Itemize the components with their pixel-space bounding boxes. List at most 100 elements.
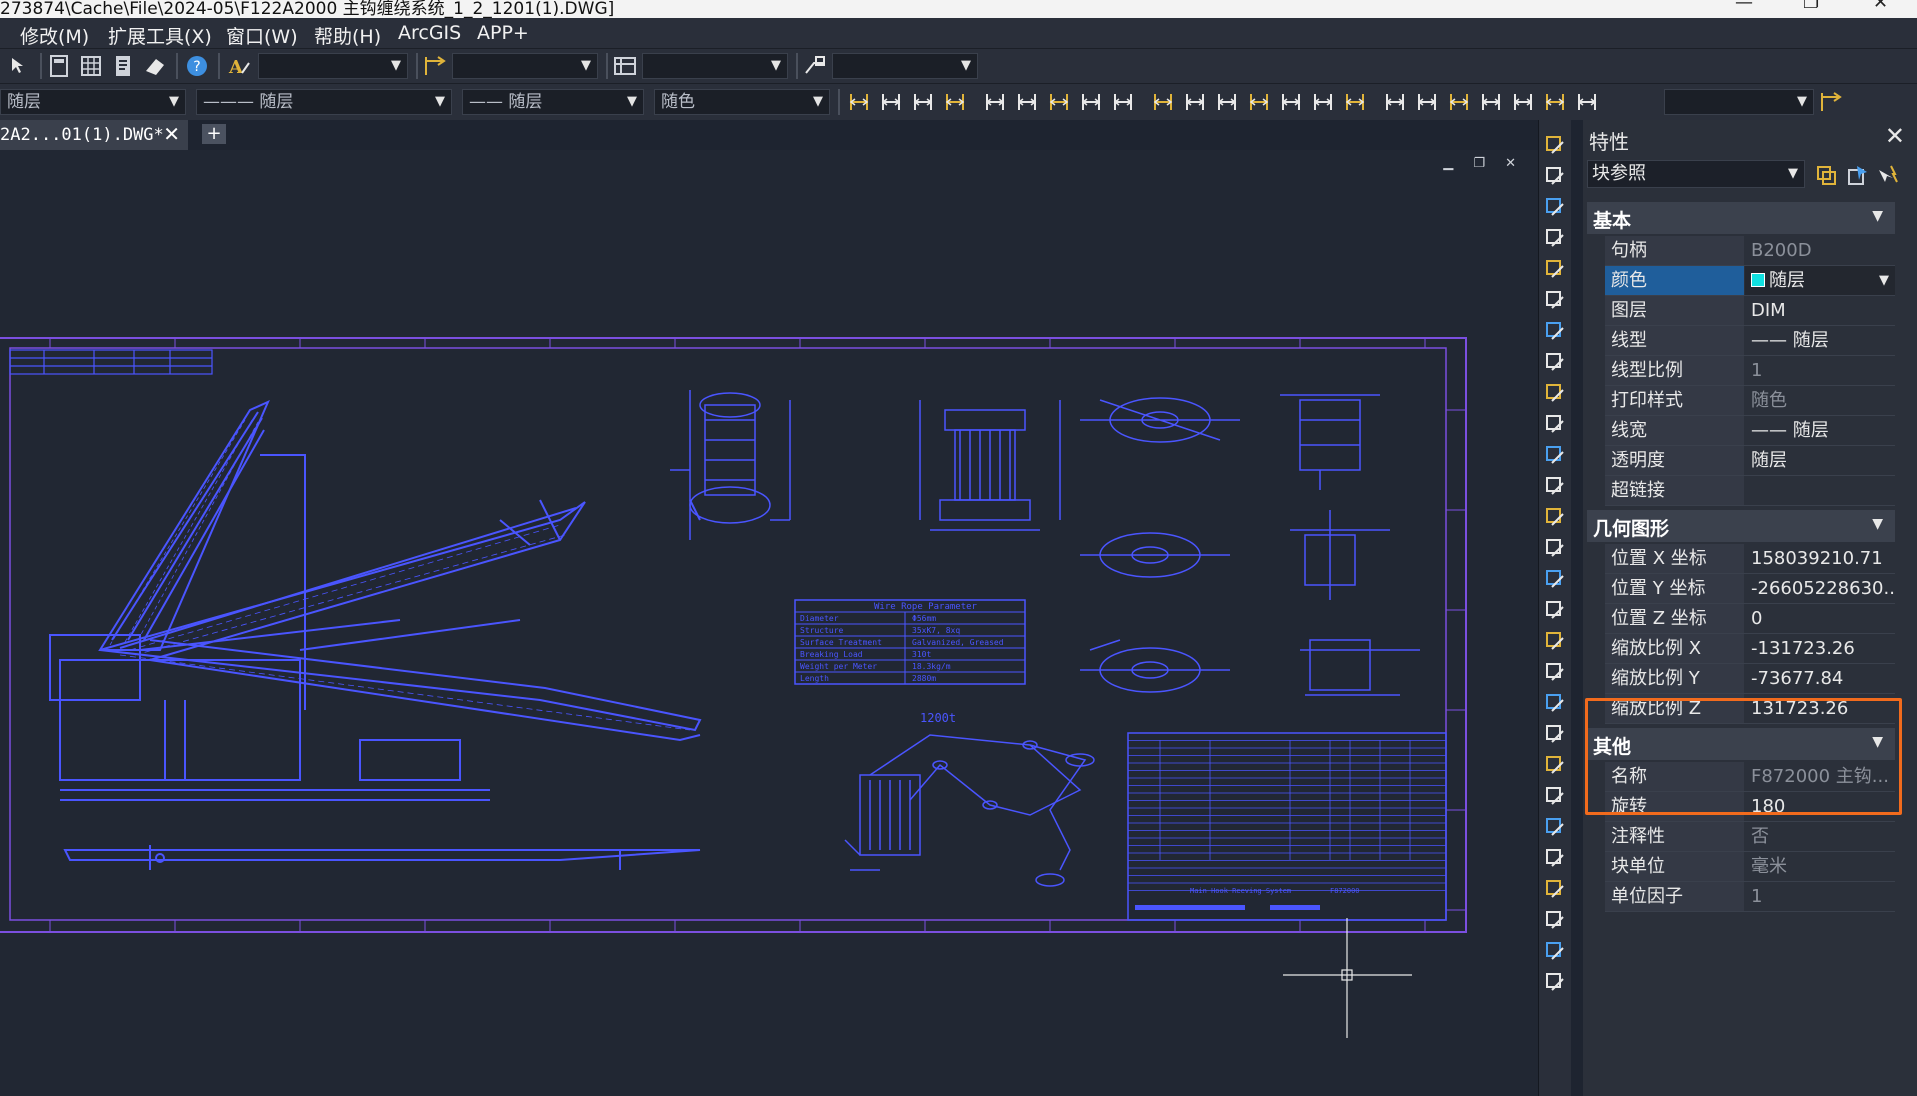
blend-icon[interactable] <box>1544 599 1566 621</box>
section-header-geometry[interactable]: 几何图形 ▼ <box>1587 510 1895 542</box>
property-row[interactable]: 旋转 180 <box>1605 792 1895 822</box>
property-row[interactable]: 颜色 随层 ▼ <box>1605 266 1895 296</box>
move-icon[interactable] <box>1544 289 1566 311</box>
multileader-style-icon[interactable] <box>802 53 828 79</box>
group-icon[interactable] <box>1544 692 1566 714</box>
quick-dim-icon[interactable] <box>1110 89 1136 115</box>
property-row[interactable]: 线宽 —— 随层 <box>1605 416 1895 446</box>
block-edit-icon[interactable] <box>1544 878 1566 900</box>
property-value[interactable]: —— 随层 <box>1745 416 1895 445</box>
menu-arcgis[interactable]: ArcGIS <box>398 22 461 44</box>
multileader-style-combo[interactable]: ▼ <box>832 53 978 79</box>
dim-override-icon[interactable] <box>1510 89 1536 115</box>
drawing-canvas[interactable]: ▁ ❐ ✕ Wire Rope Parameter Diameter Φ56mm… <box>0 150 1538 1096</box>
dimension-update-icon[interactable] <box>1818 89 1844 115</box>
ordinate-dim-icon[interactable] <box>942 89 968 115</box>
continue-dim-icon[interactable] <box>1182 89 1208 115</box>
xref-icon[interactable] <box>1544 940 1566 962</box>
paste-icon[interactable] <box>1544 785 1566 807</box>
property-row[interactable]: 缩放比例 Z 131723.26 <box>1605 694 1895 724</box>
explode-icon[interactable] <box>1544 630 1566 652</box>
property-row[interactable]: 线型比例 1 <box>1605 356 1895 386</box>
dimension-style-combo[interactable]: ▼ <box>452 53 598 79</box>
menu-app-plus[interactable]: APP+ <box>477 22 529 44</box>
trim-icon[interactable] <box>1544 413 1566 435</box>
tolerance-icon[interactable] <box>1278 89 1304 115</box>
property-row[interactable]: 位置 Z 坐标 0 <box>1605 604 1895 634</box>
property-row[interactable]: 句柄 B200D <box>1605 236 1895 266</box>
document-tab[interactable]: 2A2...01(1).DWG* ✕ <box>0 120 188 150</box>
property-value[interactable]: 131723.26 <box>1745 694 1895 723</box>
baseline-dim-icon[interactable] <box>1150 89 1176 115</box>
text-style-combo[interactable]: ▼ <box>258 53 408 79</box>
erase-icon[interactable] <box>1544 134 1566 156</box>
property-value[interactable]: 180 <box>1745 792 1895 821</box>
property-row[interactable]: 线型 —— 随层 <box>1605 326 1895 356</box>
rotate-icon[interactable] <box>1544 320 1566 342</box>
table-style-combo[interactable]: ▼ <box>642 53 788 79</box>
calculator-icon[interactable] <box>46 53 72 79</box>
menu-modify[interactable]: 修改(M) <box>20 22 89 49</box>
linear-dim-icon[interactable] <box>846 89 872 115</box>
menu-window[interactable]: 窗口(W) <box>226 22 298 49</box>
restore-icon[interactable]: ❐ <box>1803 0 1819 13</box>
dim-break-icon[interactable] <box>1246 89 1272 115</box>
lineweight-combo[interactable]: —— 随层 ▼ <box>462 89 644 115</box>
new-tab-button[interactable]: + <box>202 124 226 144</box>
fillet-icon[interactable] <box>1544 568 1566 590</box>
mirror-icon[interactable] <box>1544 196 1566 218</box>
close-tab-icon[interactable]: ✕ <box>163 122 180 146</box>
break-icon[interactable] <box>1544 475 1566 497</box>
property-row[interactable]: 缩放比例 Y -73677.84 <box>1605 664 1895 694</box>
join-icon[interactable] <box>1544 506 1566 528</box>
property-row[interactable]: 单位因子 1 <box>1605 882 1895 912</box>
section-header-basic[interactable]: 基本 ▼ <box>1587 202 1895 234</box>
center-mark-icon[interactable] <box>1310 89 1336 115</box>
property-row[interactable]: 打印样式 随色 <box>1605 386 1895 416</box>
property-value[interactable]: 随层 <box>1745 446 1895 475</box>
diameter-dim-icon[interactable] <box>1046 89 1072 115</box>
edit-polyline-icon[interactable] <box>1544 661 1566 683</box>
property-value[interactable]: -26605228630... <box>1745 574 1895 603</box>
chevron-down-icon[interactable]: ▼ <box>1879 266 1889 295</box>
select-objects-icon[interactable] <box>1845 162 1871 188</box>
dim-edit-icon[interactable] <box>1414 89 1440 115</box>
property-row[interactable]: 名称 F872000 主钩... <box>1605 762 1895 792</box>
dim-style-combo[interactable]: ▼ <box>1664 89 1814 115</box>
chevron-down-icon[interactable]: ▼ <box>1872 208 1883 224</box>
dim-reassoc-icon[interactable] <box>1542 89 1568 115</box>
dim-update-icon[interactable] <box>1478 89 1504 115</box>
linetype-combo[interactable]: ——— 随层 ▼ <box>196 89 452 115</box>
select-icon[interactable] <box>6 53 32 79</box>
property-value[interactable]: —— 随层 <box>1745 326 1895 355</box>
dim-space-icon[interactable] <box>1214 89 1240 115</box>
property-row[interactable]: 注释性否 <box>1605 822 1895 852</box>
property-value[interactable]: -131723.26 <box>1745 634 1895 663</box>
close-panel-icon[interactable]: ✕ <box>1885 122 1905 150</box>
array-icon[interactable] <box>1544 258 1566 280</box>
angular-dim-icon[interactable] <box>1078 89 1104 115</box>
property-value[interactable]: 随层 ▼ <box>1745 266 1895 295</box>
insert-icon[interactable] <box>1544 909 1566 931</box>
jogged-dim-icon[interactable] <box>1014 89 1040 115</box>
chevron-down-icon[interactable]: ▼ <box>1872 516 1883 532</box>
property-value[interactable] <box>1745 476 1895 505</box>
inspection-icon[interactable] <box>1342 89 1368 115</box>
table-style-icon[interactable] <box>612 53 638 79</box>
property-row[interactable]: 超链接 <box>1605 476 1895 506</box>
close-window-icon[interactable]: ✕ <box>1873 0 1888 13</box>
help-icon[interactable]: ? <box>184 53 210 79</box>
toggle-pickadd-icon[interactable] <box>1813 162 1839 188</box>
stretch-icon[interactable] <box>1544 382 1566 404</box>
property-row[interactable]: 位置 Y 坐标 -26605228630... <box>1605 574 1895 604</box>
jogged-linear-icon[interactable] <box>1382 89 1408 115</box>
dim-text-edit-icon[interactable] <box>1446 89 1472 115</box>
property-value[interactable]: -73677.84 <box>1745 664 1895 693</box>
property-value[interactable]: 0 <box>1745 604 1895 633</box>
arc-length-dim-icon[interactable] <box>910 89 936 115</box>
offset-icon[interactable] <box>1544 227 1566 249</box>
section-header-misc[interactable]: 其他 ▼ <box>1587 728 1895 760</box>
object-type-select[interactable]: 块参照 ▼ <box>1587 160 1805 188</box>
property-row[interactable]: 透明度 随层 <box>1605 446 1895 476</box>
chamfer-icon[interactable] <box>1544 537 1566 559</box>
